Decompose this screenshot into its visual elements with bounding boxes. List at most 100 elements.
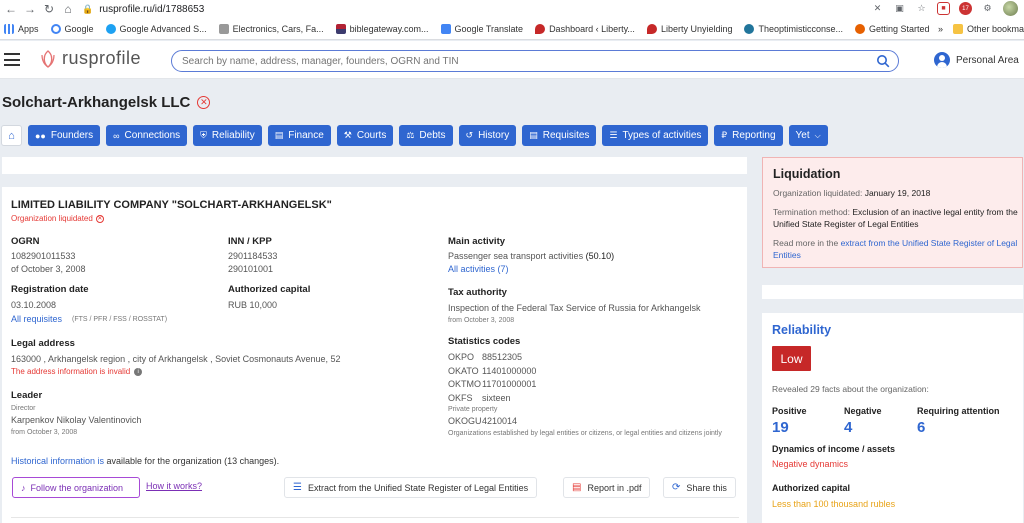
- code-okfs: OKFS sixteen: [448, 393, 511, 403]
- mute-icon[interactable]: ✕: [871, 2, 884, 15]
- bookmark-dashboard[interactable]: Dashboard ‹ Liberty...: [535, 23, 635, 34]
- bookmark-apps[interactable]: Apps: [4, 23, 39, 34]
- share-button[interactable]: ⟳ Share this: [663, 477, 736, 498]
- search-input[interactable]: [182, 54, 862, 68]
- ruble-icon: ₽: [721, 130, 728, 140]
- reliability-level-badge: Low: [772, 346, 811, 371]
- pdf-icon: ▤: [572, 482, 582, 493]
- menu-icon[interactable]: [4, 53, 20, 66]
- search-icon[interactable]: [876, 54, 890, 68]
- personal-area-link[interactable]: Personal Area: [934, 52, 1019, 68]
- tab-requisites[interactable]: ▤ Requisites: [522, 125, 597, 146]
- kpp-value: 290101001: [228, 264, 274, 274]
- registration-date-value: 03.10.2008: [11, 300, 57, 310]
- tax-authority-value: Inspection of the Federal Tax Service of…: [448, 303, 701, 313]
- tab-connections[interactable]: ∞ Connections: [106, 125, 188, 146]
- drop-icon: [535, 23, 546, 34]
- okogu-note: Organizations established by legal entit…: [448, 430, 722, 437]
- back-arrow-icon[interactable]: ←: [3, 1, 19, 17]
- tab-reporting[interactable]: ₽ Reporting: [714, 125, 783, 146]
- tab-home[interactable]: ⌂: [1, 125, 22, 146]
- main-activity-label: Main activity: [448, 236, 506, 247]
- address-invalid-note: The address information is invalid i: [11, 367, 143, 376]
- all-activities-link[interactable]: All activities (7): [448, 264, 509, 274]
- bookmark-optimistic[interactable]: Theoptimisticconse...: [744, 23, 843, 34]
- tab-founders[interactable]: ●● Founders: [28, 125, 101, 146]
- tab-history[interactable]: ↺ History: [458, 125, 517, 146]
- positive-label: Positive: [772, 406, 807, 416]
- tab-yet[interactable]: Yet ⌵: [788, 125, 828, 146]
- chevron-down-icon: ⌵: [814, 130, 821, 140]
- home-icon[interactable]: ⌂: [60, 1, 76, 17]
- tab-debts[interactable]: ⚖ Debts: [399, 125, 453, 146]
- extract-button[interactable]: ☰ Extract from the Unified State Registe…: [284, 477, 538, 498]
- bookmark-google[interactable]: Google: [50, 23, 94, 34]
- code-okogu: OKOGU 4210014: [448, 416, 518, 426]
- all-requisites-link[interactable]: All requisites: [11, 314, 62, 324]
- how-it-works-link[interactable]: How it works?: [146, 481, 202, 491]
- logo-text: rusprofile: [62, 48, 142, 68]
- logo-mark-icon: [41, 49, 55, 68]
- other-bookmarks[interactable]: Other bookma: [967, 24, 1024, 34]
- folder-icon: [952, 24, 963, 34]
- drop-icon: [646, 23, 657, 34]
- page-title: Solchart-Arkhangelsk LLC ✕: [2, 94, 211, 111]
- authorized-capital-value: RUB 10,000: [228, 300, 278, 310]
- tax-authority-label: Tax authority: [448, 287, 507, 298]
- reload-icon[interactable]: ↻: [41, 1, 57, 17]
- registration-date-label: Registration date: [11, 284, 89, 295]
- code-okato: OKATO 11401000000: [448, 366, 537, 376]
- tax-authority-date: from October 3, 2008: [448, 317, 515, 324]
- bookmark-liberty[interactable]: Liberty Unyielding: [646, 23, 732, 34]
- tab-reliability[interactable]: ⛨ Reliability: [193, 125, 262, 146]
- bookmarks-more-button[interactable]: »: [938, 24, 943, 34]
- shield-icon: ⛨: [200, 130, 207, 140]
- puzzle-icon[interactable]: ⚙: [981, 2, 994, 15]
- company-full-name: LIMITED LIABILITY COMPANY "SOLCHART-ARKH…: [11, 199, 332, 211]
- report-pdf-button[interactable]: ▤ Report in .pdf: [563, 477, 651, 498]
- follow-organization-button[interactable]: ♪ Follow the organization: [12, 477, 140, 498]
- negative-count[interactable]: 4: [844, 419, 852, 436]
- extension-box-icon[interactable]: ■: [937, 2, 950, 15]
- chart-icon: ▤: [274, 130, 284, 140]
- extension-badge-icon[interactable]: 17: [959, 2, 972, 15]
- address-bar[interactable]: 🔒 rusprofile.ru/id/1788653: [82, 1, 937, 17]
- forward-arrow-icon[interactable]: →: [22, 1, 38, 17]
- bookmark-getting-started[interactable]: Getting Started: [855, 23, 930, 34]
- leader-date: from October 3, 2008: [11, 429, 78, 436]
- negative-label: Negative: [844, 406, 882, 416]
- star-icon[interactable]: ☆: [915, 2, 928, 15]
- tab-finance[interactable]: ▤ Finance: [267, 125, 331, 146]
- tab-courts[interactable]: ⚒ Courts: [336, 125, 394, 146]
- profile-avatar[interactable]: [1003, 1, 1018, 16]
- positive-count[interactable]: 19: [772, 419, 789, 436]
- twitter-icon: [105, 23, 116, 34]
- tab-types-of-activities[interactable]: ☰ Types of activities: [602, 125, 709, 146]
- liquidation-date-row: Organization liquidated: January 19, 201…: [773, 188, 931, 198]
- bookmark-google-advanced[interactable]: Google Advanced S...: [105, 23, 207, 34]
- statistics-codes-label: Statistics codes: [448, 336, 521, 347]
- liquidated-x-icon: ✕: [197, 96, 211, 109]
- code-okpo: OKPO 88512305: [448, 352, 523, 362]
- history-info: Historical information is available for …: [11, 456, 280, 466]
- attention-count[interactable]: 6: [917, 419, 925, 436]
- translate-icon[interactable]: ▣: [893, 2, 906, 15]
- code-oktmo: OKTMO 11701000001: [448, 379, 537, 389]
- url-text: rusprofile.ru/id/1788653: [99, 3, 205, 15]
- main-activity-value: Passenger sea transport activities (50.1…: [448, 251, 615, 261]
- dynamics-value: Negative dynamics: [772, 459, 849, 469]
- attention-label: Requiring attention: [917, 406, 1000, 416]
- historical-information-link[interactable]: Historical information is: [11, 456, 104, 466]
- info-icon[interactable]: i: [134, 367, 143, 376]
- reliability-title[interactable]: Reliability: [772, 323, 831, 337]
- bookmark-translate[interactable]: Google Translate: [440, 23, 523, 34]
- reliability-facts: Revealed 29 facts about the organization…: [772, 384, 929, 394]
- bookmark-biblegateway[interactable]: biblegateway.com...: [335, 23, 429, 34]
- user-icon: [934, 52, 950, 68]
- reliability-capital-value: Less than 100 thousand rubles: [772, 499, 896, 509]
- document-icon: ▤: [529, 130, 538, 140]
- bookmark-electronics[interactable]: Electronics, Cars, Fa...: [218, 23, 324, 34]
- google-icon: [50, 23, 61, 34]
- company-name: Solchart-Arkhangelsk LLC: [2, 94, 191, 111]
- site-logo[interactable]: rusprofile: [38, 48, 141, 69]
